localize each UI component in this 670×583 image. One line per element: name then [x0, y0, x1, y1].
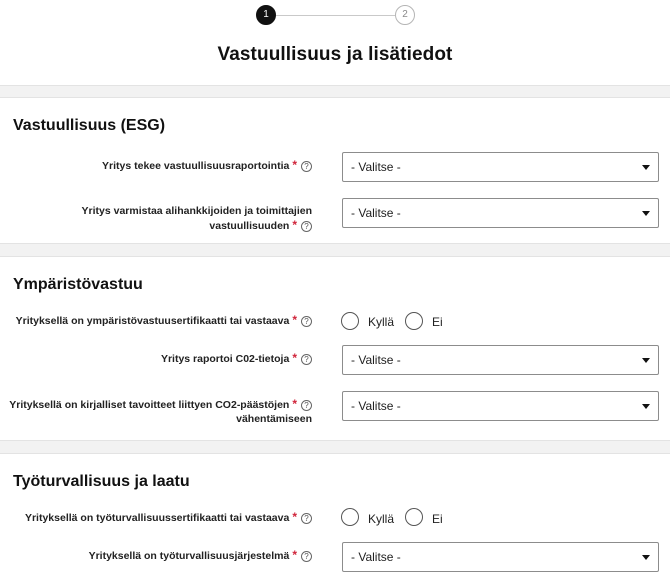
- help-icon[interactable]: ?: [301, 400, 312, 411]
- field-label-co2-reporting: Yritys raportoi C02-tietoja *?: [0, 351, 312, 366]
- select-supplier-responsibility[interactable]: - Valitse -: [342, 198, 659, 228]
- step-connector: [276, 15, 395, 16]
- required-marker: *: [292, 548, 297, 562]
- field-label-co2-targets: Yrityksellä on kirjalliset tavoitteet li…: [9, 397, 312, 425]
- section-title-safety: Työturvallisuus ja laatu: [13, 473, 190, 490]
- chevron-down-icon: [642, 555, 650, 560]
- radio-environmental-cert-no[interactable]: [405, 312, 423, 330]
- field-label-safety-certificate: Yrityksellä on työturvallisuussertifikaa…: [0, 510, 312, 525]
- help-icon[interactable]: ?: [301, 551, 312, 562]
- stepper: 1 2: [0, 5, 670, 27]
- section-title-environment: Ympäristövastuu: [13, 276, 143, 293]
- required-marker: *: [292, 510, 297, 524]
- required-marker: *: [292, 158, 297, 172]
- section-divider: [0, 440, 670, 454]
- radio-safety-cert-no[interactable]: [405, 508, 423, 526]
- select-value: - Valitse -: [351, 399, 401, 413]
- select-value: - Valitse -: [351, 550, 401, 564]
- select-safety-system[interactable]: - Valitse -: [342, 542, 659, 572]
- help-icon[interactable]: ?: [301, 354, 312, 365]
- help-icon[interactable]: ?: [301, 316, 312, 327]
- page-title: Vastuullisuus ja lisätiedot: [217, 44, 453, 65]
- required-marker: *: [292, 397, 297, 411]
- radio-label-no: Ei: [432, 315, 443, 329]
- select-co2-targets[interactable]: - Valitse -: [342, 391, 659, 421]
- help-icon[interactable]: ?: [301, 221, 312, 232]
- radio-label-yes: Kyllä: [368, 315, 395, 329]
- help-icon[interactable]: ?: [301, 513, 312, 524]
- step-1-indicator[interactable]: 1: [256, 5, 276, 25]
- radio-environmental-cert-yes[interactable]: [341, 312, 359, 330]
- section-divider: [0, 243, 670, 257]
- chevron-down-icon: [642, 358, 650, 363]
- field-label-sustainability-reporting: Yritys tekee vastuullisuusraportointia *?: [0, 158, 312, 173]
- field-label-safety-system: Yrityksellä on työturvallisuusjärjestelm…: [0, 548, 312, 563]
- select-co2-reporting[interactable]: - Valitse -: [342, 345, 659, 375]
- required-marker: *: [292, 313, 297, 327]
- step-2-indicator[interactable]: 2: [395, 5, 415, 25]
- radio-safety-cert-yes[interactable]: [341, 508, 359, 526]
- select-value: - Valitse -: [351, 160, 401, 174]
- select-value: - Valitse -: [351, 206, 401, 220]
- chevron-down-icon: [642, 404, 650, 409]
- section-divider: [0, 85, 670, 98]
- select-sustainability-reporting[interactable]: - Valitse -: [342, 152, 659, 182]
- field-label-environmental-certificate: Yrityksellä on ympäristövastuusertifikaa…: [0, 313, 312, 328]
- field-label-supplier-responsibility: Yritys varmistaa alihankkijoiden ja toim…: [81, 205, 312, 232]
- section-title-esg: Vastuullisuus (ESG): [13, 117, 166, 134]
- help-icon[interactable]: ?: [301, 161, 312, 172]
- radio-label-yes: Kyllä: [368, 512, 395, 526]
- select-value: - Valitse -: [351, 353, 401, 367]
- required-marker: *: [292, 351, 297, 365]
- chevron-down-icon: [642, 165, 650, 170]
- required-marker: *: [292, 218, 297, 232]
- chevron-down-icon: [642, 211, 650, 216]
- radio-label-no: Ei: [432, 512, 443, 526]
